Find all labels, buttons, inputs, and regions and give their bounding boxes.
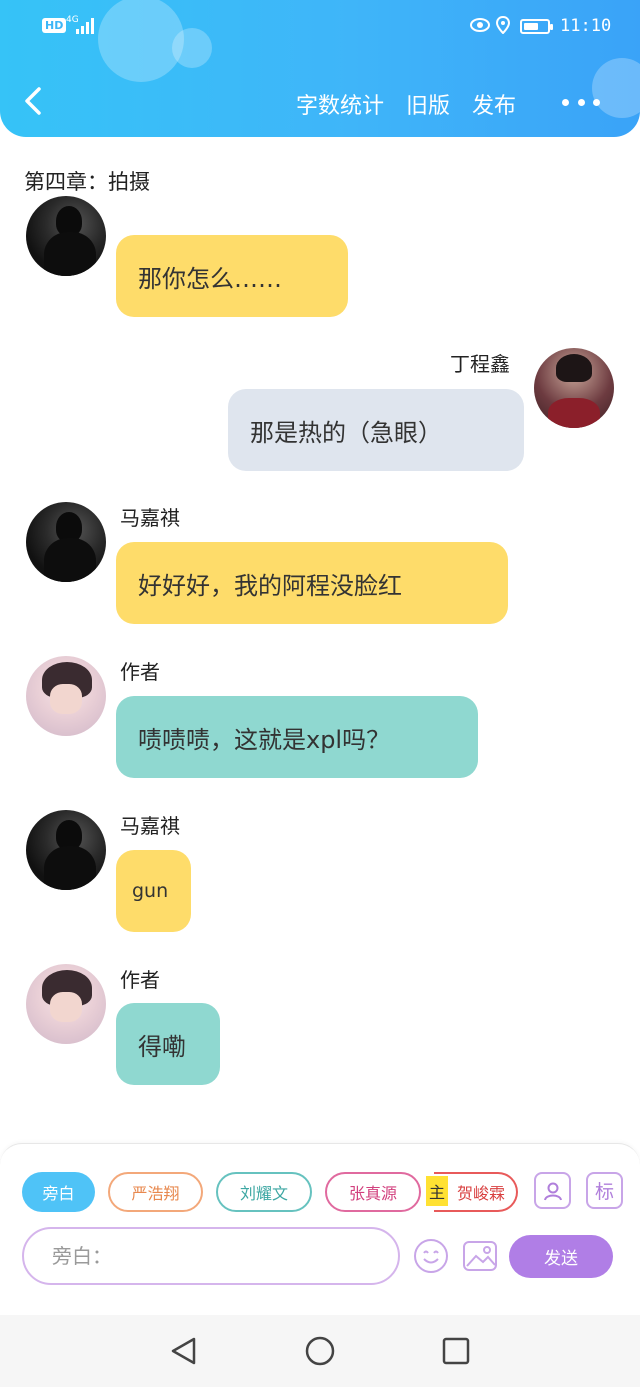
speaker-name: 作者	[120, 660, 160, 684]
emoji-icon[interactable]	[413, 1238, 449, 1274]
system-nav-bar	[0, 1315, 640, 1387]
image-icon[interactable]	[462, 1238, 498, 1274]
location-icon	[495, 15, 511, 38]
signal-icon	[76, 18, 96, 34]
more-options-icon[interactable]	[562, 95, 600, 109]
role-chip-label: 贺峻霖	[456, 1184, 505, 1203]
character-manager-button[interactable]	[534, 1172, 571, 1209]
person-icon	[543, 1182, 562, 1200]
speaker-name: 丁程鑫	[450, 352, 510, 376]
role-chip-aside[interactable]: 旁白	[22, 1172, 95, 1212]
message-bubble: 啧啧啧，这就是xpl吗？	[116, 696, 478, 778]
speaker-name: 作者	[120, 968, 160, 992]
header-actions: 字数统计 旧版 发布	[296, 88, 538, 120]
tag-button[interactable]: 标	[586, 1172, 623, 1209]
avatar-ma-jiaqi[interactable]	[26, 196, 106, 276]
eye-icon	[470, 17, 490, 37]
status-bar: HD 4G 11:10	[0, 14, 640, 42]
clock: 11:10	[560, 16, 612, 36]
role-chip-yan-haoxiang[interactable]: 严浩翔	[108, 1172, 203, 1212]
publish-button[interactable]: 发布	[472, 88, 516, 120]
message-bubble: 好好好，我的阿程没脸红	[116, 542, 508, 624]
message-bubble: 那是热的（急眼）	[228, 389, 524, 471]
old-version-button[interactable]: 旧版	[406, 88, 450, 120]
nav-back-icon[interactable]	[168, 1335, 200, 1367]
top-app-bar: HD 4G 11:10 字数统计 旧版 发布	[0, 0, 640, 137]
battery-icon	[520, 19, 553, 34]
speaker-name: 马嘉祺	[120, 814, 180, 838]
nav-recents-icon[interactable]	[440, 1335, 472, 1367]
role-chip-zhang-zhenyuan[interactable]: 张真源	[325, 1172, 421, 1212]
send-button[interactable]: 发送	[509, 1235, 613, 1278]
avatar-ma-jiaqi[interactable]	[26, 502, 106, 582]
chevron-left-icon	[25, 87, 41, 115]
hd-indicator: HD	[42, 18, 67, 33]
speaker-name: 马嘉祺	[120, 506, 180, 530]
chapter-title: 第四章：拍摄	[24, 170, 150, 194]
message-input[interactable]	[22, 1227, 400, 1285]
message-bubble: 那你怎么……	[116, 235, 348, 317]
avatar-ma-jiaqi[interactable]	[26, 810, 106, 890]
message-bubble: 得嘞	[116, 1003, 220, 1085]
message-bubble: gun	[116, 850, 191, 932]
back-button[interactable]	[22, 86, 44, 116]
avatar-author[interactable]	[26, 964, 106, 1044]
decorative-bubble	[592, 58, 640, 118]
main-character-tag: 主	[426, 1176, 448, 1206]
avatar-ding-chengxin[interactable]	[534, 348, 614, 428]
avatar-author[interactable]	[26, 656, 106, 736]
role-chip-he-junlin[interactable]: 主 贺峻霖	[426, 1172, 518, 1212]
nav-home-icon[interactable]	[304, 1335, 336, 1367]
role-chip-liu-yaowen[interactable]: 刘耀文	[216, 1172, 312, 1212]
word-count-button[interactable]: 字数统计	[296, 88, 384, 120]
